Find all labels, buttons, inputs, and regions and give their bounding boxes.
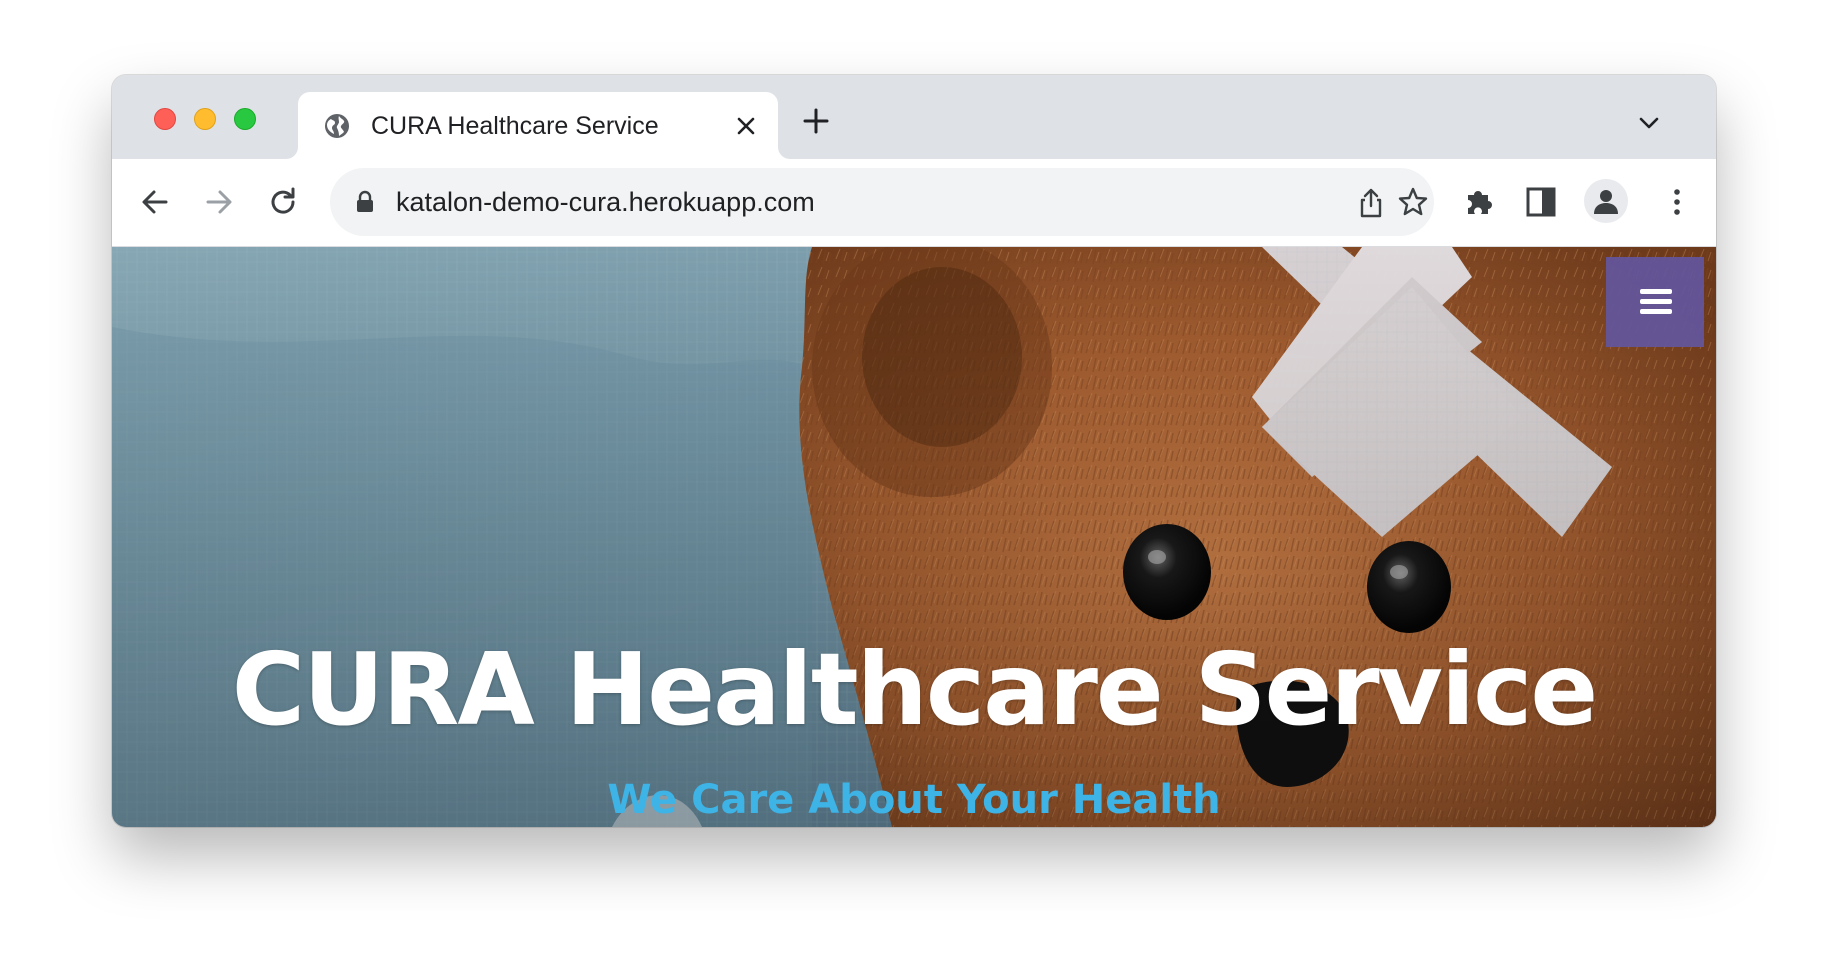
arrow-right-icon[interactable] [202, 185, 236, 219]
close-icon[interactable] [734, 114, 758, 138]
url-text[interactable]: katalon-demo-cura.herokuapp.com [396, 185, 815, 219]
fullscreen-window-button[interactable] [234, 108, 256, 130]
profile-button[interactable] [1584, 179, 1628, 223]
menu-toggle-button[interactable] [1606, 257, 1704, 347]
side-panel-icon[interactable] [1524, 185, 1558, 219]
tab-title: CURA Healthcare Service [371, 112, 659, 140]
web-page: CURA Healthcare Service We Care About Yo… [112, 247, 1716, 827]
minimize-window-button[interactable] [194, 108, 216, 130]
address-bar[interactable]: katalon-demo-cura.herokuapp.com [330, 168, 1434, 236]
person-icon [1594, 190, 1618, 214]
star-icon[interactable] [1396, 185, 1430, 219]
browser-window: CURA Healthcare Service katalon-demo-cur… [112, 75, 1716, 827]
tab-strip: CURA Healthcare Service [112, 75, 1716, 159]
page-subtitle: We Care About Your Health [607, 777, 1221, 823]
kebab-menu-icon[interactable] [1660, 185, 1694, 219]
share-icon[interactable] [1354, 186, 1388, 220]
globe-icon [325, 114, 349, 138]
active-tab[interactable]: CURA Healthcare Service [298, 92, 778, 159]
lock-icon[interactable] [354, 190, 376, 214]
page-title: CURA Healthcare Service [231, 631, 1599, 748]
chevron-down-icon[interactable] [1637, 111, 1661, 135]
browser-toolbar: katalon-demo-cura.herokuapp.com [112, 159, 1716, 247]
puzzle-icon[interactable] [1462, 184, 1496, 218]
plus-icon[interactable] [802, 107, 830, 135]
arrow-left-icon[interactable] [138, 185, 172, 219]
reload-icon[interactable] [266, 185, 300, 219]
close-window-button[interactable] [154, 108, 176, 130]
screenshot-stage: CURA Healthcare Service katalon-demo-cur… [0, 0, 1824, 974]
hamburger-icon [1606, 257, 1704, 347]
